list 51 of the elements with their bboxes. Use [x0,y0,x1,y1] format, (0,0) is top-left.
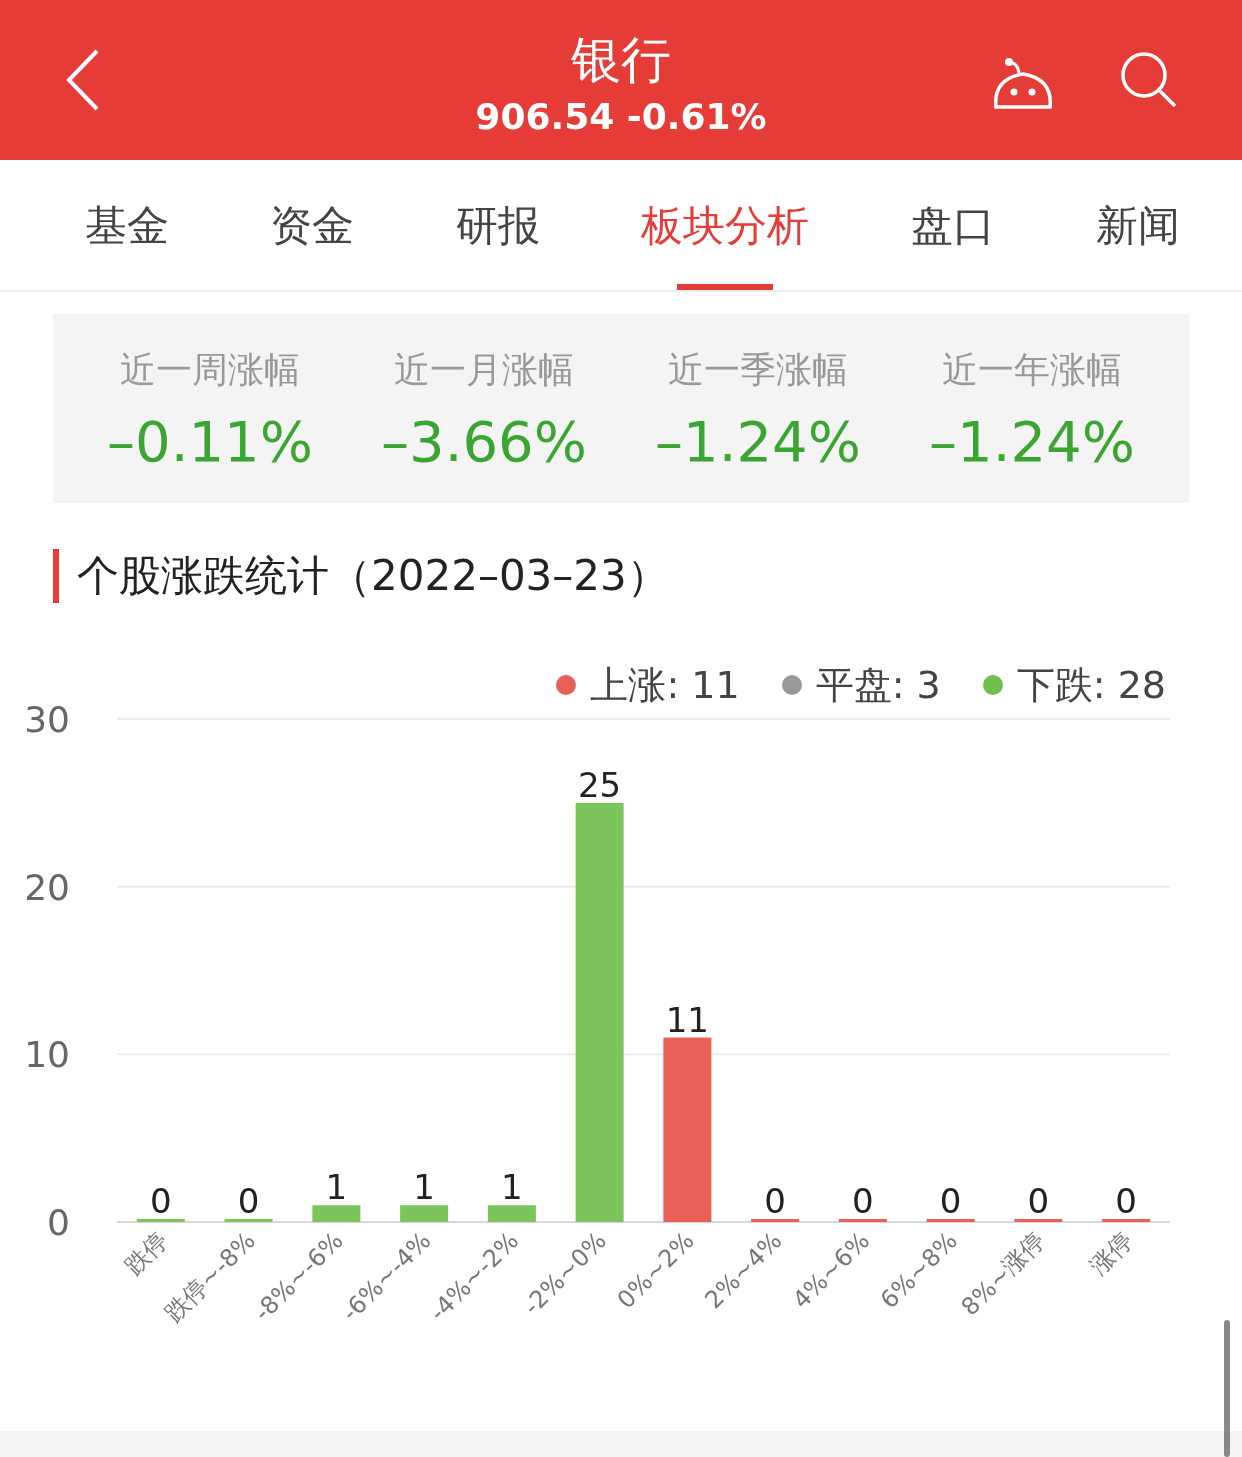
bar-value-label: 0 [1115,1181,1137,1221]
axis-tick-label: 20 [24,866,70,908]
legend-label: 平盘: 3 [815,661,941,709]
section-title: 个股涨跌统计（2022–03–23） [77,550,669,602]
bar [838,1219,887,1222]
axis-category-label: 涨停 [1084,1226,1139,1281]
bar [224,1219,273,1222]
bar-value-label: 25 [578,764,622,805]
stat-value: –1.24% [655,409,861,474]
bar [926,1219,975,1222]
bar [751,1219,800,1222]
bar-value-label: 1 [325,1167,348,1208]
axis-tick-label: 0 [47,1202,70,1243]
axis-category-label: 跌停 [119,1226,174,1281]
bar [1102,1219,1151,1222]
tab[interactable]: 研报 [455,160,540,290]
bar-value-label: 0 [150,1181,172,1221]
bar-value-label: 1 [501,1167,523,1208]
section-marker [53,549,59,603]
back-icon[interactable] [66,49,100,111]
search-icon[interactable] [1120,51,1178,109]
bar-value-label: 0 [1027,1181,1050,1221]
stat-value: –1.24% [929,409,1135,474]
tab[interactable]: 板块分析 [641,160,810,290]
stat-value: –3.66% [381,409,587,474]
bar-value-label: 1 [413,1167,435,1208]
bar-value-label: 0 [939,1181,962,1221]
bar [312,1205,361,1222]
tab[interactable]: 资金 [270,160,355,290]
bar [136,1219,185,1222]
bar [1014,1219,1063,1222]
bar [487,1205,536,1222]
axis-tick-label: 30 [24,699,70,740]
legend-label: 上涨: 11 [590,661,740,709]
stat-label: 近一季涨幅 [668,348,848,392]
stat-value: –0.11% [107,409,313,474]
stat-label: 近一年涨幅 [942,348,1122,392]
bar-value-label: 0 [237,1181,260,1221]
bar-value-label: 11 [665,999,709,1040]
bar [400,1205,449,1222]
stat-label: 近一周涨幅 [120,348,300,392]
tab[interactable]: 基金 [85,160,169,290]
index-quote: 906.54 -0.61% [475,95,767,139]
legend-label: 下跌: 28 [1016,661,1166,709]
bar-value-label: 0 [852,1181,874,1221]
page-title: 银行 [571,30,671,91]
bar-value-label: 0 [764,1181,786,1221]
tab[interactable]: 盘口 [910,160,995,290]
stat-label: 近一月涨幅 [394,348,574,392]
axis-tick-label: 10 [24,1034,70,1076]
tab[interactable]: 新闻 [1095,160,1180,290]
